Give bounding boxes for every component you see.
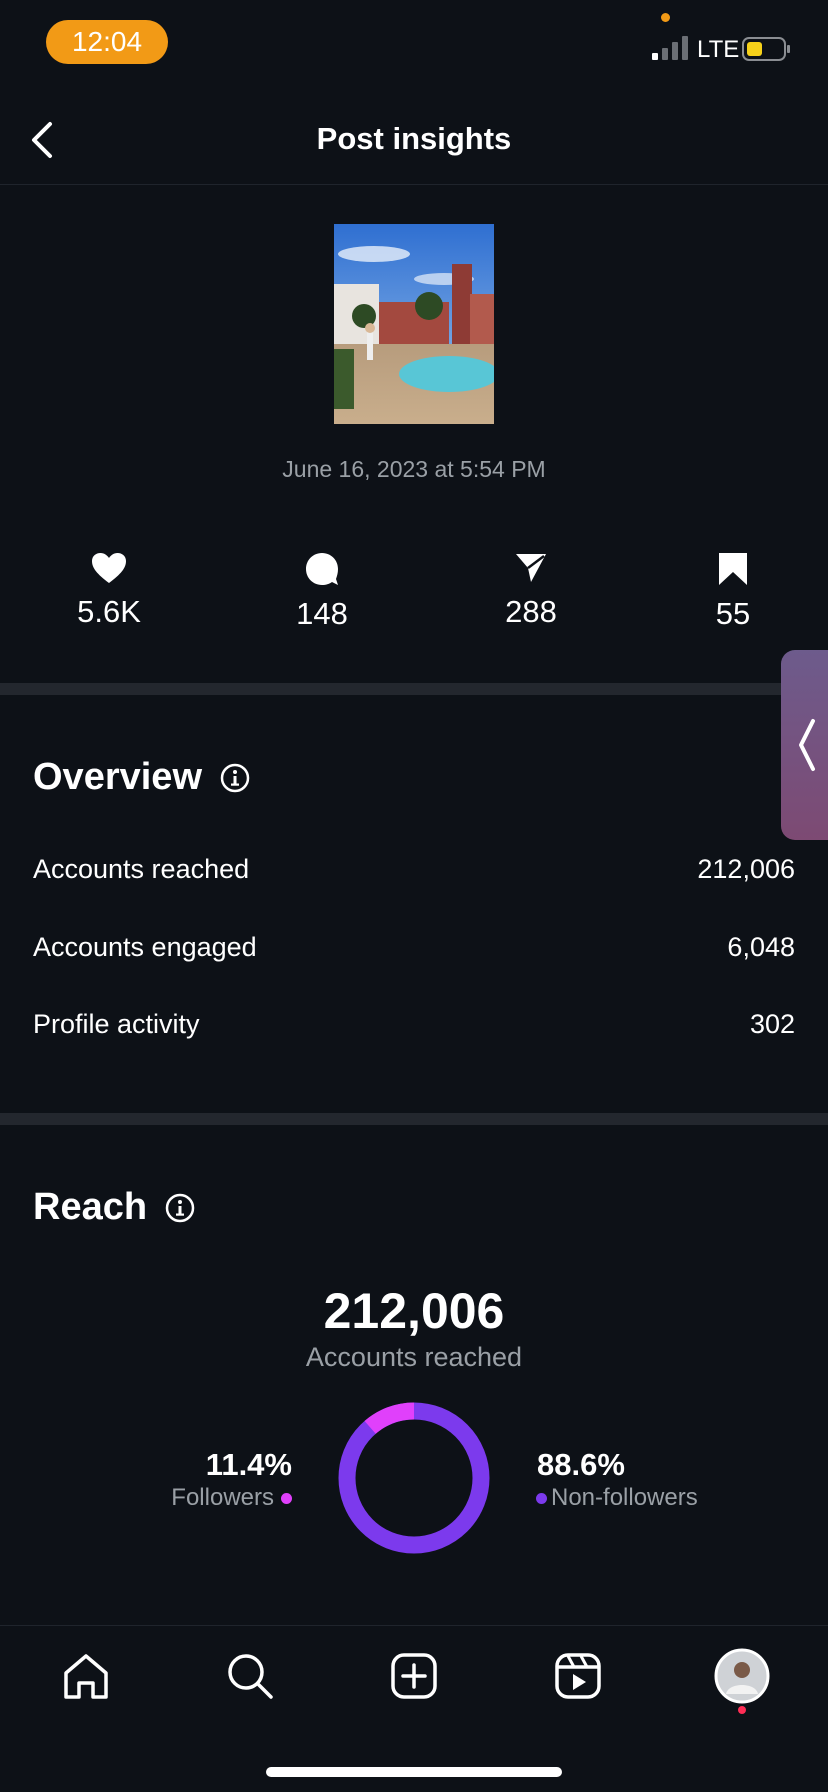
accounts-engaged-value: 6,048: [727, 932, 795, 962]
reach-donut-chart: [338, 1402, 490, 1554]
followers-legend: 11.4%: [150, 1447, 292, 1483]
followers-dot: [281, 1492, 292, 1504]
non-followers-segment: [338, 1402, 490, 1554]
likes-count: 5.6K: [77, 594, 141, 629]
accounts-reached-value: 212,006: [697, 854, 795, 884]
overview-heading: Overview: [33, 756, 250, 799]
reach-caption: Accounts reached: [305, 1342, 523, 1372]
nav-search[interactable]: [222, 1648, 278, 1704]
shares-count: 288: [505, 594, 557, 629]
privacy-indicator-dot: [661, 13, 670, 22]
comments-count: 148: [296, 596, 348, 631]
battery-icon: [742, 37, 790, 61]
non-followers-percent: 88.6%: [537, 1447, 625, 1482]
nav-create[interactable]: [386, 1648, 442, 1704]
chevron-left-icon: [799, 719, 815, 771]
non-followers-legend: 88.6%: [537, 1447, 625, 1483]
reach-title: Reach: [33, 1186, 148, 1228]
page-title: Post insights: [316, 121, 512, 156]
post-thumbnail[interactable]: [334, 224, 494, 424]
reach-total: 212,006: [323, 1283, 505, 1339]
overview-title: Overview: [33, 756, 202, 798]
nav-profile[interactable]: [714, 1648, 770, 1704]
comments-metric[interactable]: 148: [252, 552, 392, 632]
profile-avatar: [714, 1648, 770, 1704]
profile-activity-value: 302: [749, 1009, 795, 1039]
share-icon: [516, 554, 546, 582]
non-followers-dot: [536, 1492, 547, 1504]
followers-label-row: Followers: [100, 1484, 292, 1512]
nav-reels[interactable]: [550, 1648, 606, 1704]
notification-dot: [738, 1706, 746, 1714]
saves-metric[interactable]: 55: [663, 552, 803, 632]
post-date: June 16, 2023 at 5:54 PM: [282, 456, 546, 482]
signal-icon: [652, 36, 688, 60]
shares-metric[interactable]: 288: [461, 552, 601, 630]
non-followers-label: Non-followers: [551, 1484, 698, 1511]
nav-home[interactable]: [58, 1648, 114, 1704]
info-icon[interactable]: [220, 763, 250, 793]
saves-count: 55: [715, 596, 751, 631]
header-divider: [0, 184, 828, 185]
accounts-engaged-label: Accounts engaged: [33, 932, 257, 962]
section-divider: [0, 1113, 828, 1125]
side-panel-tab[interactable]: [781, 650, 828, 840]
create-icon: [391, 1653, 437, 1699]
tab-bar-divider: [0, 1625, 828, 1626]
reach-heading: Reach: [33, 1186, 195, 1229]
comment-icon: [306, 553, 338, 585]
likes-metric[interactable]: 5.6K: [39, 552, 179, 630]
accounts-reached-label: Accounts reached: [33, 854, 250, 884]
home-icon: [64, 1654, 108, 1699]
network-label: LTE: [697, 36, 740, 63]
profile-activity-label: Profile activity: [33, 1009, 200, 1039]
section-divider: [0, 683, 828, 695]
reels-icon: [555, 1653, 601, 1699]
search-icon: [228, 1654, 273, 1699]
followers-percent: 11.4%: [205, 1447, 292, 1482]
followers-label: Followers: [171, 1484, 274, 1511]
info-icon[interactable]: [165, 1193, 195, 1223]
heart-icon: [92, 553, 126, 583]
home-indicator: [266, 1767, 562, 1777]
status-time: 12:04: [46, 20, 168, 64]
bookmark-icon: [719, 553, 747, 585]
non-followers-label-row: Non-followers: [536, 1484, 698, 1512]
